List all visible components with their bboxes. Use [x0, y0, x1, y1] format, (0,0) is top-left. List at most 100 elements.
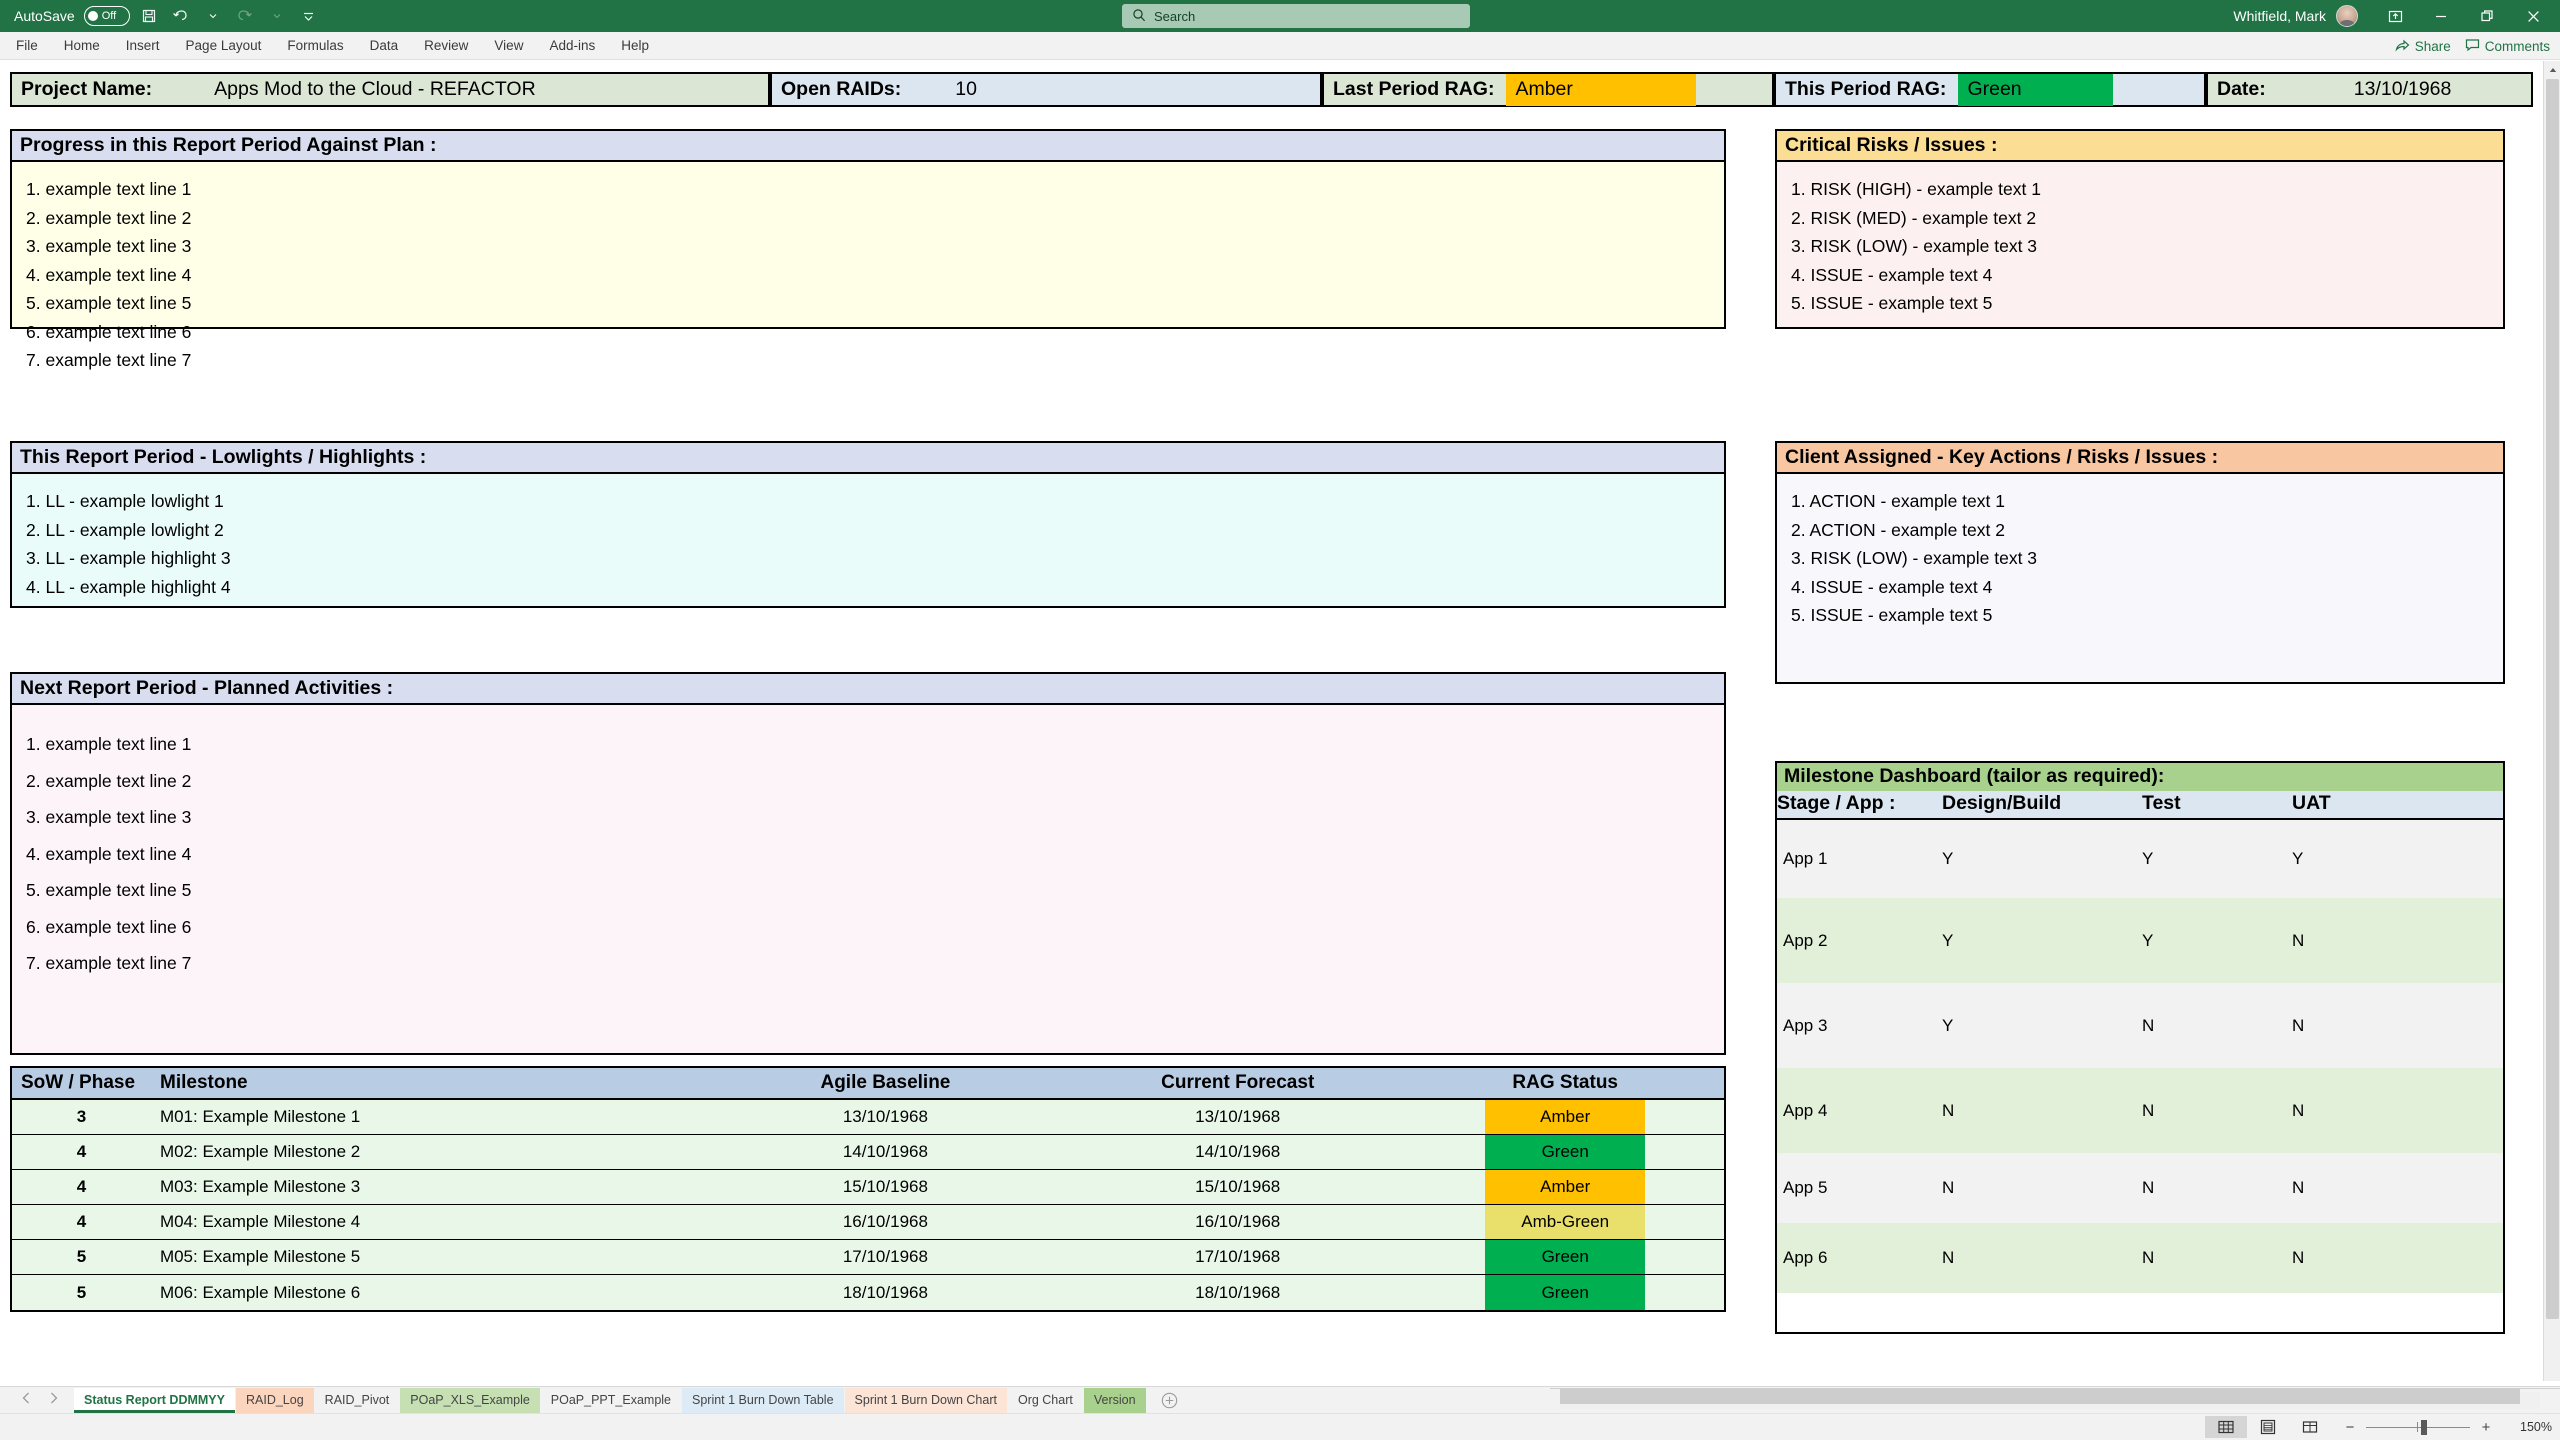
next-period-panel[interactable]: Next Report Period - Planned Activities … — [10, 672, 1726, 1055]
list-item: 6. example text line 6 — [26, 916, 192, 937]
cell-agile-baseline: 13/10/1968 — [842, 1107, 928, 1126]
table-row[interactable]: App 3 Y N N — [1777, 983, 2503, 1068]
undo-icon[interactable] — [168, 4, 194, 28]
cell-sow-phase: 5 — [76, 1282, 87, 1302]
tab-formulas[interactable]: Formulas — [274, 32, 356, 60]
normal-view-icon[interactable] — [2205, 1416, 2247, 1438]
undo-dropdown-icon[interactable] — [200, 4, 226, 28]
tab-add-ins[interactable]: Add-ins — [536, 32, 608, 60]
cell-milestone: M02: Example Milestone 2 — [159, 1142, 361, 1161]
share-button[interactable]: Share — [2395, 38, 2451, 55]
zoom-out-button[interactable]: − — [2343, 1419, 2357, 1436]
autosave-switch[interactable]: Off — [83, 6, 130, 26]
zoom-level-label[interactable]: 150% — [2508, 1420, 2552, 1434]
cell-sow-phase: 4 — [76, 1212, 87, 1231]
sheet-tab-status-report[interactable]: Status Report DDMMYY — [74, 1388, 235, 1413]
table-row[interactable]: App 1 Y Y Y — [1777, 820, 2503, 898]
tab-home[interactable]: Home — [51, 32, 113, 60]
progress-panel-body: 1. example text line 1 2. example text l… — [12, 162, 1724, 384]
close-button[interactable] — [2510, 0, 2556, 32]
redo-icon[interactable] — [232, 4, 258, 28]
critical-risks-panel[interactable]: Critical Risks / Issues : 1. RISK (HIGH)… — [1775, 129, 2505, 329]
table-row[interactable]: 4 M02: Example Milestone 2 14/10/1968 14… — [12, 1135, 1724, 1170]
sheet-tab-poap-xls-example[interactable]: POaP_XLS_Example — [400, 1388, 540, 1413]
sheet-tab-sprint-1-burn-down-chart[interactable]: Sprint 1 Burn Down Chart — [844, 1388, 1007, 1413]
previous-sheet-arrow-icon[interactable] — [22, 1391, 31, 1409]
page-break-preview-icon[interactable] — [2289, 1416, 2331, 1438]
status-badge: Amber — [1485, 1100, 1646, 1134]
tab-file[interactable]: File — [0, 32, 51, 60]
sheet-tab-raid-pivot[interactable]: RAID_Pivot — [314, 1388, 400, 1413]
milestone-table[interactable]: SoW / Phase Milestone Agile Baseline Cur… — [10, 1066, 1726, 1312]
date-cell[interactable]: Date: 13/10/1968 — [2206, 72, 2533, 107]
zoom-control[interactable]: − + 150% — [2343, 1419, 2552, 1436]
table-row[interactable]: 5 M06: Example Milestone 6 18/10/1968 18… — [12, 1275, 1724, 1310]
milestone-table-body: 3 M01: Example Milestone 1 13/10/1968 13… — [12, 1100, 1724, 1310]
cell-agile-baseline: 15/10/1968 — [842, 1177, 928, 1196]
search-input[interactable]: Search — [1122, 4, 1470, 28]
sheet-tab-version[interactable]: Version — [1083, 1388, 1146, 1413]
avatar[interactable] — [2336, 5, 2358, 27]
last-period-rag-value: Amber — [1506, 73, 1697, 106]
project-name-cell[interactable]: Project Name: Apps Mod to the Cloud - RE… — [10, 72, 770, 107]
cell-current-forecast: 15/10/1968 — [1195, 1177, 1281, 1196]
zoom-slider-knob[interactable] — [2421, 1420, 2427, 1435]
autosave-toggle[interactable]: AutoSave Off — [14, 6, 130, 26]
grid-pane[interactable]: Project Name: Apps Mod to the Cloud - RE… — [0, 61, 2543, 1406]
scroll-up-arrow-icon[interactable] — [2544, 61, 2560, 78]
milestone-dashboard[interactable]: Milestone Dashboard (tailor as required)… — [1775, 761, 2505, 1334]
open-raids-label: Open RAIDs: — [781, 78, 902, 100]
tab-view[interactable]: View — [481, 32, 536, 60]
next-sheet-arrow-icon[interactable] — [49, 1391, 58, 1409]
tab-data[interactable]: Data — [357, 32, 412, 60]
save-icon[interactable] — [136, 4, 162, 28]
redo-dropdown-icon[interactable] — [264, 4, 290, 28]
date-value: 13/10/1968 — [2353, 78, 2452, 100]
list-item: 5. ISSUE - example text 5 — [1791, 605, 1993, 626]
zoom-in-button[interactable]: + — [2479, 1419, 2493, 1436]
vertical-scrollbar[interactable] — [2543, 61, 2560, 1381]
account-name[interactable]: Whitfield, Mark — [2233, 8, 2326, 24]
status-bar: − + 150% — [0, 1413, 2560, 1440]
client-assigned-panel[interactable]: Client Assigned - Key Actions / Risks / … — [1775, 441, 2505, 684]
vertical-scrollbar-thumb[interactable] — [2546, 79, 2559, 1319]
table-row[interactable]: App 2 Y Y N — [1777, 898, 2503, 983]
progress-panel[interactable]: Progress in this Report Period Against P… — [10, 129, 1726, 369]
cell-milestone: M04: Example Milestone 4 — [159, 1212, 361, 1231]
sheet-tab-org-chart[interactable]: Org Chart — [1007, 1388, 1083, 1413]
table-row[interactable]: 4 M03: Example Milestone 3 15/10/1968 15… — [12, 1170, 1724, 1205]
tab-insert[interactable]: Insert — [113, 32, 173, 60]
tab-help[interactable]: Help — [608, 32, 662, 60]
tab-page-layout[interactable]: Page Layout — [173, 32, 275, 60]
table-row[interactable]: 4 M04: Example Milestone 4 16/10/1968 16… — [12, 1205, 1724, 1240]
cell-app: App 2 — [1783, 930, 1828, 950]
table-row[interactable]: App 5 N N N — [1777, 1153, 2503, 1223]
restore-button[interactable] — [2464, 0, 2510, 32]
autosave-state-label: Off — [101, 10, 117, 22]
sheet-tab-sprint-1-burn-down-table[interactable]: Sprint 1 Burn Down Table — [682, 1388, 844, 1413]
last-period-rag-cell[interactable]: Last Period RAG: Amber — [1322, 72, 1774, 107]
sheet-tab-poap-ppt-example[interactable]: POaP_PPT_Example — [540, 1388, 681, 1413]
table-row[interactable]: 3 M01: Example Milestone 1 13/10/1968 13… — [12, 1100, 1724, 1135]
page-layout-view-icon[interactable] — [2247, 1416, 2289, 1438]
table-row[interactable]: App 6 N N N — [1777, 1223, 2503, 1293]
ribbon-display-options-icon[interactable] — [2372, 0, 2418, 32]
comments-button[interactable]: Comments — [2465, 38, 2550, 55]
zoom-slider[interactable] — [2366, 1420, 2470, 1435]
cell-design-build: N — [1942, 1100, 1955, 1120]
open-raids-cell[interactable]: Open RAIDs: 10 — [770, 72, 1322, 107]
add-sheet-button[interactable] — [1147, 1392, 1190, 1413]
customize-quick-access-toolbar-icon[interactable] — [296, 4, 322, 28]
client-assigned-panel-title: Client Assigned - Key Actions / Risks / … — [1777, 443, 2503, 475]
horizontal-scrollbar-track[interactable] — [1560, 1389, 2540, 1409]
this-period-rag-cell[interactable]: This Period RAG: Green — [1774, 72, 2206, 107]
minimize-button[interactable] — [2418, 0, 2464, 32]
table-row[interactable]: 5 M05: Example Milestone 5 17/10/1968 17… — [12, 1240, 1724, 1275]
sheet-tab-raid-log[interactable]: RAID_Log — [235, 1388, 314, 1413]
title-bar-right: Whitfield, Mark — [2233, 0, 2560, 32]
horizontal-scrollbar-thumb[interactable] — [1560, 1389, 2520, 1404]
horizontal-scrollbar[interactable] — [1550, 1386, 2560, 1413]
lowlights-panel[interactable]: This Report Period - Lowlights / Highlig… — [10, 441, 1726, 608]
tab-review[interactable]: Review — [411, 32, 481, 60]
table-row[interactable]: App 4 N N N — [1777, 1068, 2503, 1153]
